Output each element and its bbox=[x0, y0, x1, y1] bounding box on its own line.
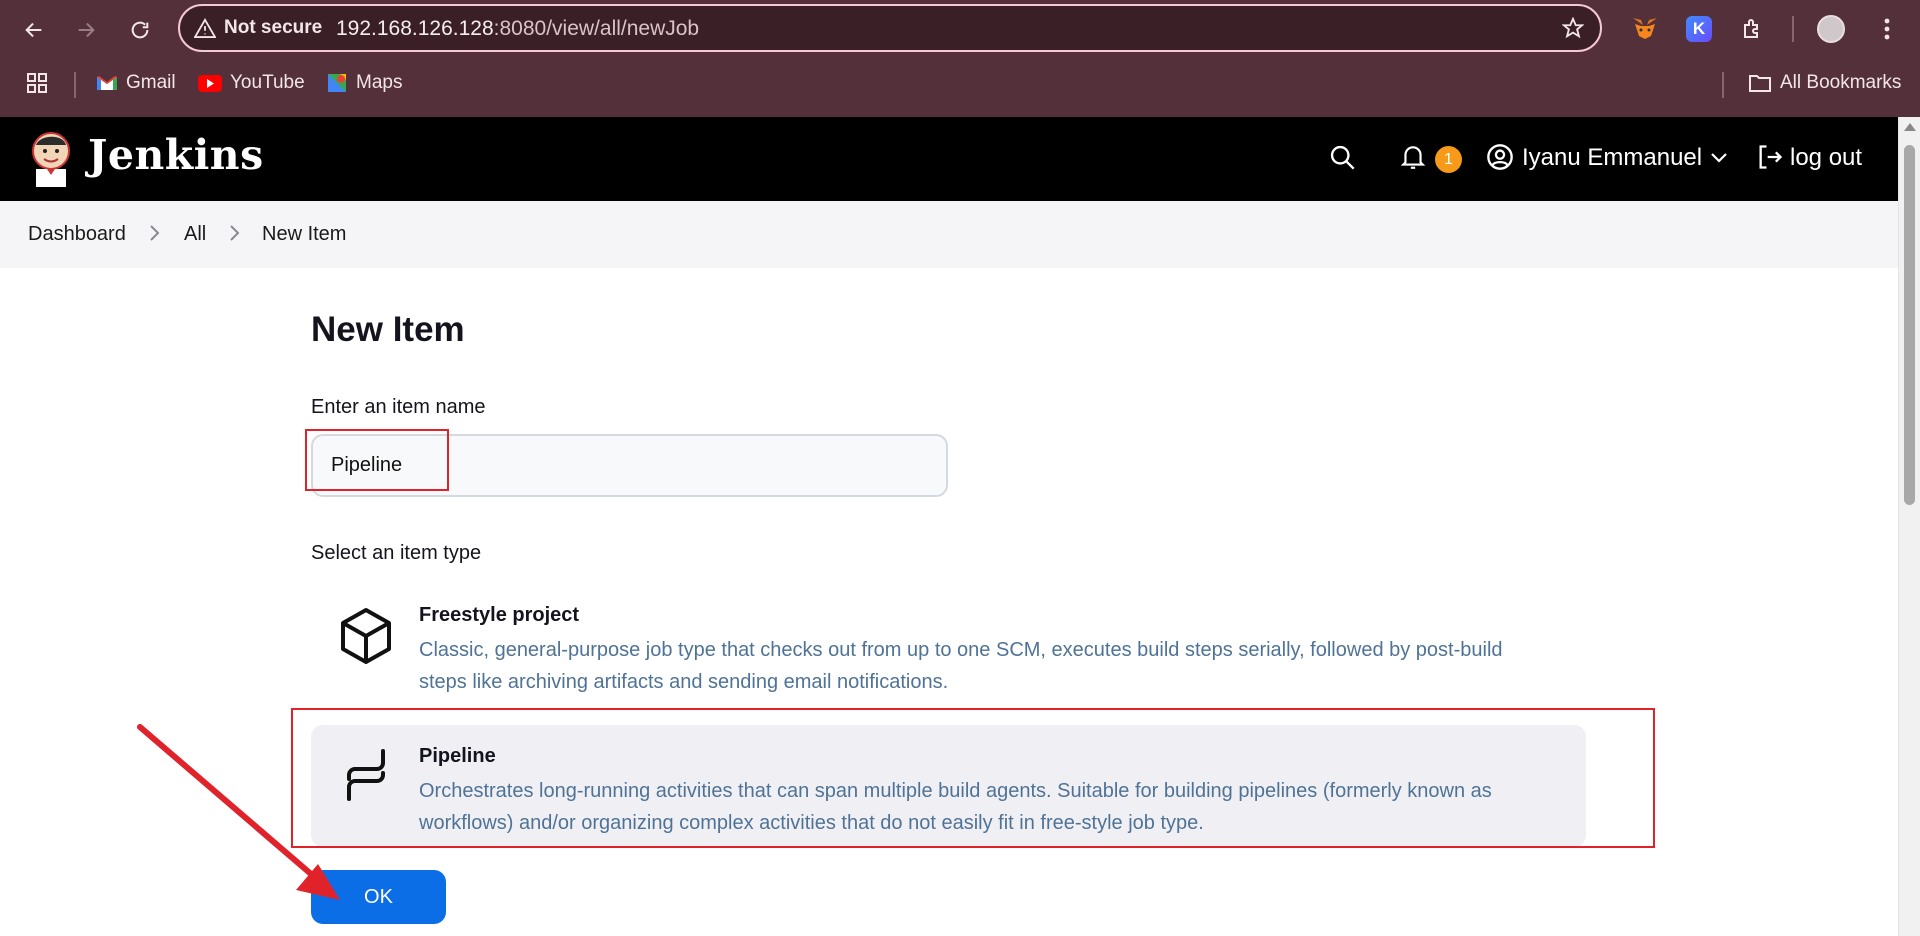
browser-chrome: Not secure 192.168.126.128:8080/view/all… bbox=[0, 0, 1920, 117]
url-text[interactable]: 192.168.126.128:8080/view/all/newJob bbox=[336, 17, 699, 41]
bookmark-maps[interactable]: Maps bbox=[326, 72, 402, 94]
page-scrollbar[interactable] bbox=[1898, 117, 1920, 936]
url-path: :8080/view/all/newJob bbox=[493, 17, 700, 40]
bookmarks-divider bbox=[74, 72, 76, 98]
breadcrumb-all[interactable]: All bbox=[184, 223, 206, 246]
bookmarks-divider bbox=[1722, 72, 1724, 98]
maps-icon bbox=[328, 74, 346, 92]
reload-button[interactable] bbox=[122, 12, 158, 48]
all-bookmarks[interactable]: All Bookmarks bbox=[1748, 72, 1901, 94]
url-host: 192.168.126.128 bbox=[336, 17, 494, 40]
youtube-icon bbox=[198, 74, 222, 92]
cube-icon bbox=[341, 608, 391, 664]
jenkins-header: Jenkins 1 Iyanu Emmanuel log out bbox=[0, 117, 1898, 201]
breadcrumb-dashboard[interactable]: Dashboard bbox=[28, 223, 126, 246]
item-type-description: Classic, general-purpose job type that c… bbox=[419, 639, 1503, 693]
folder-icon bbox=[1749, 75, 1771, 92]
jenkins-logo-icon[interactable] bbox=[28, 129, 74, 189]
item-type-title: Freestyle project bbox=[419, 604, 580, 626]
scroll-up-arrow-icon[interactable] bbox=[1904, 123, 1916, 131]
bookmark-label: Gmail bbox=[126, 72, 176, 93]
k-extension-icon[interactable]: K bbox=[1684, 14, 1714, 44]
logout-link[interactable]: log out bbox=[1790, 144, 1862, 172]
forward-button[interactable] bbox=[68, 12, 104, 48]
extensions-puzzle-icon[interactable] bbox=[1738, 14, 1768, 44]
arrow-right-icon bbox=[78, 22, 95, 38]
bookmark-label: Maps bbox=[356, 72, 403, 93]
brand-title[interactable]: Jenkins bbox=[88, 131, 264, 179]
user-name[interactable]: Iyanu Emmanuel bbox=[1522, 144, 1702, 172]
apps-grid-icon[interactable] bbox=[26, 72, 48, 94]
annotation-highlight-pipeline bbox=[291, 708, 1655, 848]
user-circle-icon[interactable] bbox=[1486, 143, 1514, 176]
metamask-extension-icon[interactable] bbox=[1630, 14, 1660, 44]
arrow-left-icon bbox=[25, 22, 42, 38]
bookmark-star-icon[interactable] bbox=[1561, 16, 1585, 44]
bookmark-youtube[interactable]: YouTube bbox=[198, 72, 305, 94]
breadcrumb: Dashboard All New Item bbox=[0, 201, 1898, 268]
chevron-right-icon bbox=[228, 223, 240, 248]
page-title: New Item bbox=[311, 310, 465, 349]
bookmark-gmail[interactable]: Gmail bbox=[96, 72, 176, 94]
all-bookmarks-label: All Bookmarks bbox=[1780, 72, 1902, 93]
notification-badge[interactable]: 1 bbox=[1435, 146, 1462, 173]
chevron-right-icon bbox=[148, 223, 160, 248]
annotation-highlight-input bbox=[305, 429, 449, 491]
scroll-thumb[interactable] bbox=[1904, 145, 1915, 505]
item-type-freestyle[interactable]: Freestyle project Classic, general-purpo… bbox=[311, 584, 1586, 696]
ok-button[interactable]: OK bbox=[311, 870, 446, 924]
toolbar-divider bbox=[1792, 16, 1794, 42]
item-type-label: Select an item type bbox=[311, 542, 482, 564]
search-icon[interactable] bbox=[1328, 143, 1356, 176]
browser-menu-icon[interactable] bbox=[1872, 14, 1902, 44]
logout-icon[interactable] bbox=[1756, 143, 1784, 176]
bookmarks-bar: Gmail YouTube Maps All Bookmarks bbox=[0, 62, 1920, 106]
gmail-icon bbox=[97, 75, 117, 90]
chevron-down-icon[interactable] bbox=[1710, 151, 1728, 170]
reload-icon bbox=[131, 21, 149, 39]
item-name-label: Enter an item name bbox=[311, 396, 486, 418]
address-bar[interactable]: Not secure 192.168.126.128:8080/view/all… bbox=[178, 4, 1602, 52]
bookmark-label: YouTube bbox=[230, 72, 305, 93]
warning-icon bbox=[193, 18, 217, 43]
security-status[interactable]: Not secure bbox=[224, 17, 322, 39]
back-button[interactable] bbox=[16, 12, 52, 48]
breadcrumb-new-item[interactable]: New Item bbox=[262, 223, 346, 246]
profile-avatar[interactable] bbox=[1816, 14, 1846, 44]
notifications-bell-icon[interactable] bbox=[1400, 143, 1426, 176]
